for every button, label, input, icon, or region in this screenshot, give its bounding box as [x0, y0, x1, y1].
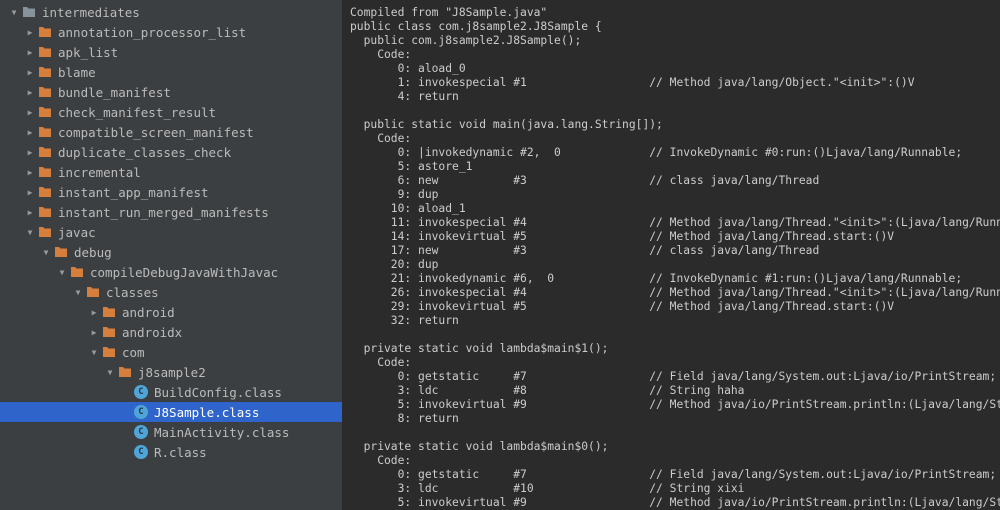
tree-item-label: R.class	[154, 445, 207, 460]
folder-annotation-processor-list[interactable]: ▶ annotation_processor_list	[0, 22, 342, 42]
tree-item-label: intermediates	[42, 5, 140, 20]
folder-blame[interactable]: ▶ blame	[0, 62, 342, 82]
chevron-right-icon[interactable]: ▶	[88, 306, 100, 318]
folder-compile-debug-java[interactable]: ▼ compileDebugJavaWithJavac	[0, 262, 342, 282]
folder-icon	[38, 186, 52, 198]
tree-item-label: MainActivity.class	[154, 425, 289, 440]
folder-icon	[102, 306, 116, 318]
folder-j8sample2[interactable]: ▼ j8sample2	[0, 362, 342, 382]
folder-icon	[38, 166, 52, 178]
folder-icon	[54, 246, 68, 258]
folder-android[interactable]: ▶ android	[0, 302, 342, 322]
folder-check-manifest-result[interactable]: ▶ check_manifest_result	[0, 102, 342, 122]
chevron-right-icon[interactable]: ▶	[24, 26, 36, 38]
chevron-down-icon[interactable]: ▼	[88, 346, 100, 358]
folder-icon	[102, 346, 116, 358]
tree-item-label: com	[122, 345, 145, 360]
folder-icon	[38, 86, 52, 98]
class-icon: C	[134, 445, 148, 459]
project-tree[interactable]: ▼ intermediates ▶ annotation_processor_list…	[0, 0, 342, 510]
tree-item-label: incremental	[58, 165, 141, 180]
tree-item-label: apk_list	[58, 45, 118, 60]
tree-item-label: instant_run_merged_manifests	[58, 205, 269, 220]
chevron-down-icon[interactable]: ▼	[56, 266, 68, 278]
folder-incremental[interactable]: ▶ incremental	[0, 162, 342, 182]
tree-item-label: check_manifest_result	[58, 105, 216, 120]
chevron-down-icon[interactable]: ▼	[104, 366, 116, 378]
folder-javac[interactable]: ▼ javac	[0, 222, 342, 242]
code-editor[interactable]: Compiled from "J8Sample.java" public cla…	[342, 0, 1000, 510]
folder-apk-list[interactable]: ▶ apk_list	[0, 42, 342, 62]
chevron-down-icon[interactable]: ▼	[8, 6, 20, 18]
folder-classes[interactable]: ▼ classes	[0, 282, 342, 302]
tree-item-label: BuildConfig.class	[154, 385, 282, 400]
folder-intermediates[interactable]: ▼ intermediates	[0, 2, 342, 22]
file-mainactivity[interactable]: ▶CMainActivity.class	[0, 422, 342, 442]
class-icon: C	[134, 425, 148, 439]
folder-icon	[70, 266, 84, 278]
tree-item-label: javac	[58, 225, 96, 240]
chevron-right-icon[interactable]: ▶	[24, 186, 36, 198]
chevron-right-icon[interactable]: ▶	[88, 326, 100, 338]
chevron-right-icon[interactable]: ▶	[24, 106, 36, 118]
tree-item-label: android	[122, 305, 175, 320]
folder-instant-run-merged-manifests[interactable]: ▶ instant_run_merged_manifests	[0, 202, 342, 222]
chevron-right-icon[interactable]: ▶	[24, 46, 36, 58]
chevron-down-icon[interactable]: ▼	[24, 226, 36, 238]
folder-instant-app-manifest[interactable]: ▶ instant_app_manifest	[0, 182, 342, 202]
folder-com[interactable]: ▼ com	[0, 342, 342, 362]
class-icon: C	[134, 405, 148, 419]
folder-icon	[22, 6, 36, 18]
folder-icon	[38, 146, 52, 158]
tree-item-label: blame	[58, 65, 96, 80]
chevron-down-icon[interactable]: ▼	[40, 246, 52, 258]
tree-item-label: bundle_manifest	[58, 85, 171, 100]
folder-icon	[38, 126, 52, 138]
tree-item-label: debug	[74, 245, 112, 260]
folder-androidx[interactable]: ▶ androidx	[0, 322, 342, 342]
tree-item-label: j8sample2	[138, 365, 206, 380]
tree-item-label: J8Sample.class	[154, 405, 259, 420]
tree-item-label: compileDebugJavaWithJavac	[90, 265, 278, 280]
tree-item-label: duplicate_classes_check	[58, 145, 231, 160]
folder-duplicate-classes-check[interactable]: ▶ duplicate_classes_check	[0, 142, 342, 162]
folder-debug[interactable]: ▼ debug	[0, 242, 342, 262]
folder-bundle-manifest[interactable]: ▶ bundle_manifest	[0, 82, 342, 102]
tree-item-label: classes	[106, 285, 159, 300]
folder-icon	[38, 206, 52, 218]
folder-icon	[38, 106, 52, 118]
tree-item-label: androidx	[122, 325, 182, 340]
folder-compatible-screen-manifest[interactable]: ▶ compatible_screen_manifest	[0, 122, 342, 142]
tree-item-label: instant_app_manifest	[58, 185, 209, 200]
chevron-right-icon[interactable]: ▶	[24, 166, 36, 178]
folder-icon	[38, 226, 52, 238]
tree-item-label: compatible_screen_manifest	[58, 125, 254, 140]
file-j8sample[interactable]: ▶CJ8Sample.class	[0, 402, 342, 422]
folder-icon	[38, 66, 52, 78]
folder-icon	[38, 26, 52, 38]
chevron-right-icon[interactable]: ▶	[24, 86, 36, 98]
file-r[interactable]: ▶CR.class	[0, 442, 342, 462]
tree-item-label: annotation_processor_list	[58, 25, 246, 40]
folder-icon	[86, 286, 100, 298]
chevron-right-icon[interactable]: ▶	[24, 66, 36, 78]
class-icon: C	[134, 385, 148, 399]
file-buildconfig[interactable]: ▶CBuildConfig.class	[0, 382, 342, 402]
chevron-right-icon[interactable]: ▶	[24, 126, 36, 138]
folder-icon	[102, 326, 116, 338]
folder-icon	[38, 46, 52, 58]
chevron-right-icon[interactable]: ▶	[24, 206, 36, 218]
chevron-right-icon[interactable]: ▶	[24, 146, 36, 158]
folder-icon	[118, 366, 132, 378]
chevron-down-icon[interactable]: ▼	[72, 286, 84, 298]
